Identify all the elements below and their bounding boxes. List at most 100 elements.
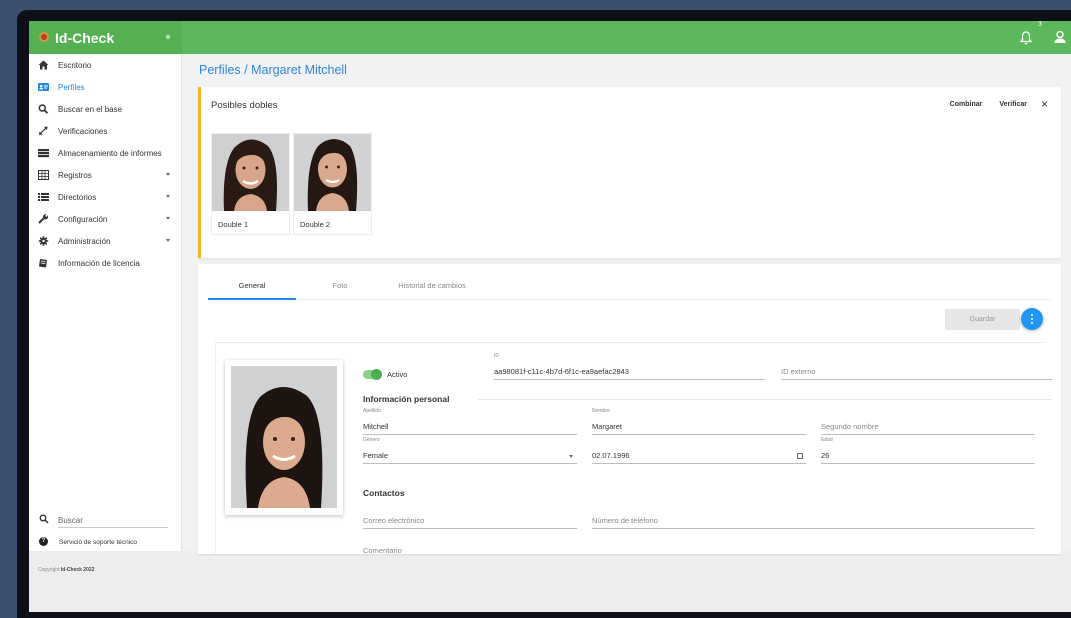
name-label: Nombre <box>592 408 610 414</box>
more-vert-icon <box>1031 322 1033 324</box>
contacts-heading: Contactos <box>363 488 405 498</box>
surname-label: Apellido <box>363 408 381 414</box>
comment-field[interactable]: Comentario <box>363 546 402 555</box>
wrench-icon <box>38 214 49 224</box>
name-value: Margaret <box>592 422 623 431</box>
logo-icon <box>39 32 49 42</box>
app-screen: Id-Check 3 Escritorio Perfiles Buscar en… <box>29 21 1071 612</box>
birthdate-field[interactable]: 02.07.1996 <box>592 446 806 464</box>
support-label: Servicio de soporte técnico <box>59 539 138 546</box>
surname-field[interactable]: Apellido Mitchell <box>363 408 577 435</box>
active-tab-indicator <box>208 298 296 300</box>
sidebar-item-perfiles[interactable]: Perfiles <box>29 76 182 98</box>
sidebar: Escritorio Perfiles Buscar en el base Ve… <box>29 54 182 573</box>
list-icon <box>38 193 49 201</box>
tab-general[interactable]: General <box>208 281 296 290</box>
top-bar: Id-Check 3 <box>29 21 1071 54</box>
sidebar-item-buscar[interactable]: Buscar en el base <box>29 98 182 120</box>
middle-name-placeholder: Segundo nombre <box>821 422 879 431</box>
sidebar-search-input[interactable]: Buscar <box>58 512 168 528</box>
sidebar-item-label: Registros <box>58 171 92 180</box>
external-id-field[interactable]: ID externo <box>781 362 1052 380</box>
gender-select[interactable]: Género Female <box>363 437 577 464</box>
active-toggle[interactable] <box>363 369 382 380</box>
email-field[interactable]: Correo electrónico <box>363 511 577 529</box>
more-vert-icon <box>1031 318 1033 320</box>
birthdate-value: 02.07.1996 <box>592 451 630 460</box>
table-icon <box>38 170 49 180</box>
name-field[interactable]: Nombre Margaret <box>592 408 806 435</box>
collapse-sidebar-icon[interactable] <box>166 35 170 39</box>
notification-count: 3 <box>1038 21 1042 28</box>
verify-button[interactable]: Verificar <box>999 101 1027 108</box>
sidebar-item-verificaciones[interactable]: Verificaciones <box>29 120 182 142</box>
sidebar-item-configuracion[interactable]: Configuración <box>29 208 182 230</box>
expand-arrows-icon <box>39 126 48 135</box>
close-icon[interactable]: × <box>1041 98 1048 110</box>
search-icon <box>39 514 49 524</box>
profile-tabs: General Foto Historial de cambios <box>208 278 1051 300</box>
personal-info-heading: Información personal <box>363 394 450 404</box>
chevron-down-icon <box>569 455 573 458</box>
age-value: 26 <box>821 451 830 460</box>
duplicate-photo <box>212 134 289 211</box>
tab-foto[interactable]: Foto <box>296 281 384 290</box>
duplicate-photo <box>294 134 371 211</box>
sidebar-item-directorios[interactable]: Directorios <box>29 186 182 208</box>
license-icon <box>39 259 47 268</box>
app-name: Id-Check <box>55 30 115 46</box>
portrait-image <box>212 134 289 211</box>
copyright-prefix: Copyright <box>38 567 60 573</box>
sidebar-item-registros[interactable]: Registros <box>29 164 182 186</box>
help-icon: ? <box>39 537 48 546</box>
sidebar-item-label: Directorios <box>58 193 97 202</box>
save-button[interactable]: Guardar <box>945 309 1020 330</box>
age-label: Edad <box>821 437 833 443</box>
user-icon[interactable] <box>1053 30 1067 44</box>
sidebar-item-licencia[interactable]: Información de licencia <box>29 252 182 274</box>
search-icon <box>38 104 49 114</box>
sidebar-search: Buscar <box>29 510 182 530</box>
profile-form: Activo ID aa98081f-c11c-4b7d-6f1c-ea9aef… <box>215 342 1052 555</box>
middle-name-field[interactable]: Segundo nombre <box>821 417 1035 435</box>
copyright-brand: Id-Check 2022 <box>60 567 95 573</box>
active-label: Activo <box>387 370 408 379</box>
age-field[interactable]: Edad 26 <box>821 437 1035 464</box>
sidebar-item-escritorio[interactable]: Escritorio <box>29 54 182 76</box>
id-field[interactable]: ID aa98081f-c11c-4b7d-6f1c-ea9aefac2843 <box>494 353 765 380</box>
storage-icon <box>38 149 49 158</box>
sidebar-item-label: Información de licencia <box>58 259 140 268</box>
external-id-placeholder: ID externo <box>781 367 816 376</box>
duplicate-label: Double 1 <box>218 220 249 229</box>
id-value: aa98081f-c11c-4b7d-6f1c-ea9aefac2843 <box>494 367 629 376</box>
chevron-down-icon <box>166 239 170 242</box>
home-icon <box>38 60 49 70</box>
sidebar-item-label: Almacenamiento de informes <box>58 149 162 158</box>
more-vert-icon <box>1031 314 1033 316</box>
duplicate-item-1[interactable]: Double 1 <box>211 133 290 235</box>
surname-value: Mitchell <box>363 422 389 431</box>
section-divider <box>478 399 1052 400</box>
sidebar-item-almacenamiento[interactable]: Almacenamiento de informes <box>29 142 182 164</box>
combine-button[interactable]: Combinar <box>950 101 983 108</box>
sidebar-item-administracion[interactable]: Administración <box>29 230 182 252</box>
profile-photo <box>231 366 337 508</box>
profile-photo-frame[interactable] <box>225 360 343 515</box>
support-link[interactable]: ? Servicio de soporte técnico <box>29 534 182 550</box>
more-options-button[interactable] <box>1021 308 1043 330</box>
empty-area <box>29 551 1071 612</box>
gear-icon <box>38 236 49 246</box>
calendar-icon[interactable] <box>797 453 803 459</box>
duplicate-label: Double 2 <box>300 220 331 229</box>
chevron-down-icon <box>166 195 170 198</box>
bell-icon[interactable] <box>1020 31 1032 45</box>
sidebar-item-label: Escritorio <box>58 61 92 70</box>
logo-area[interactable]: Id-Check <box>29 21 182 54</box>
duplicate-item-2[interactable]: Double 2 <box>293 133 372 235</box>
profile-card: General Foto Historial de cambios Guarda… <box>198 264 1061 555</box>
phone-field[interactable]: Número de teléfono <box>592 511 1035 529</box>
tab-historial[interactable]: Historial de cambios <box>384 281 480 290</box>
copyright: Copyright Id-Check 2022 <box>38 567 94 573</box>
sidebar-item-label: Perfiles <box>58 83 85 92</box>
sidebar-item-label: Buscar en el base <box>58 105 123 114</box>
